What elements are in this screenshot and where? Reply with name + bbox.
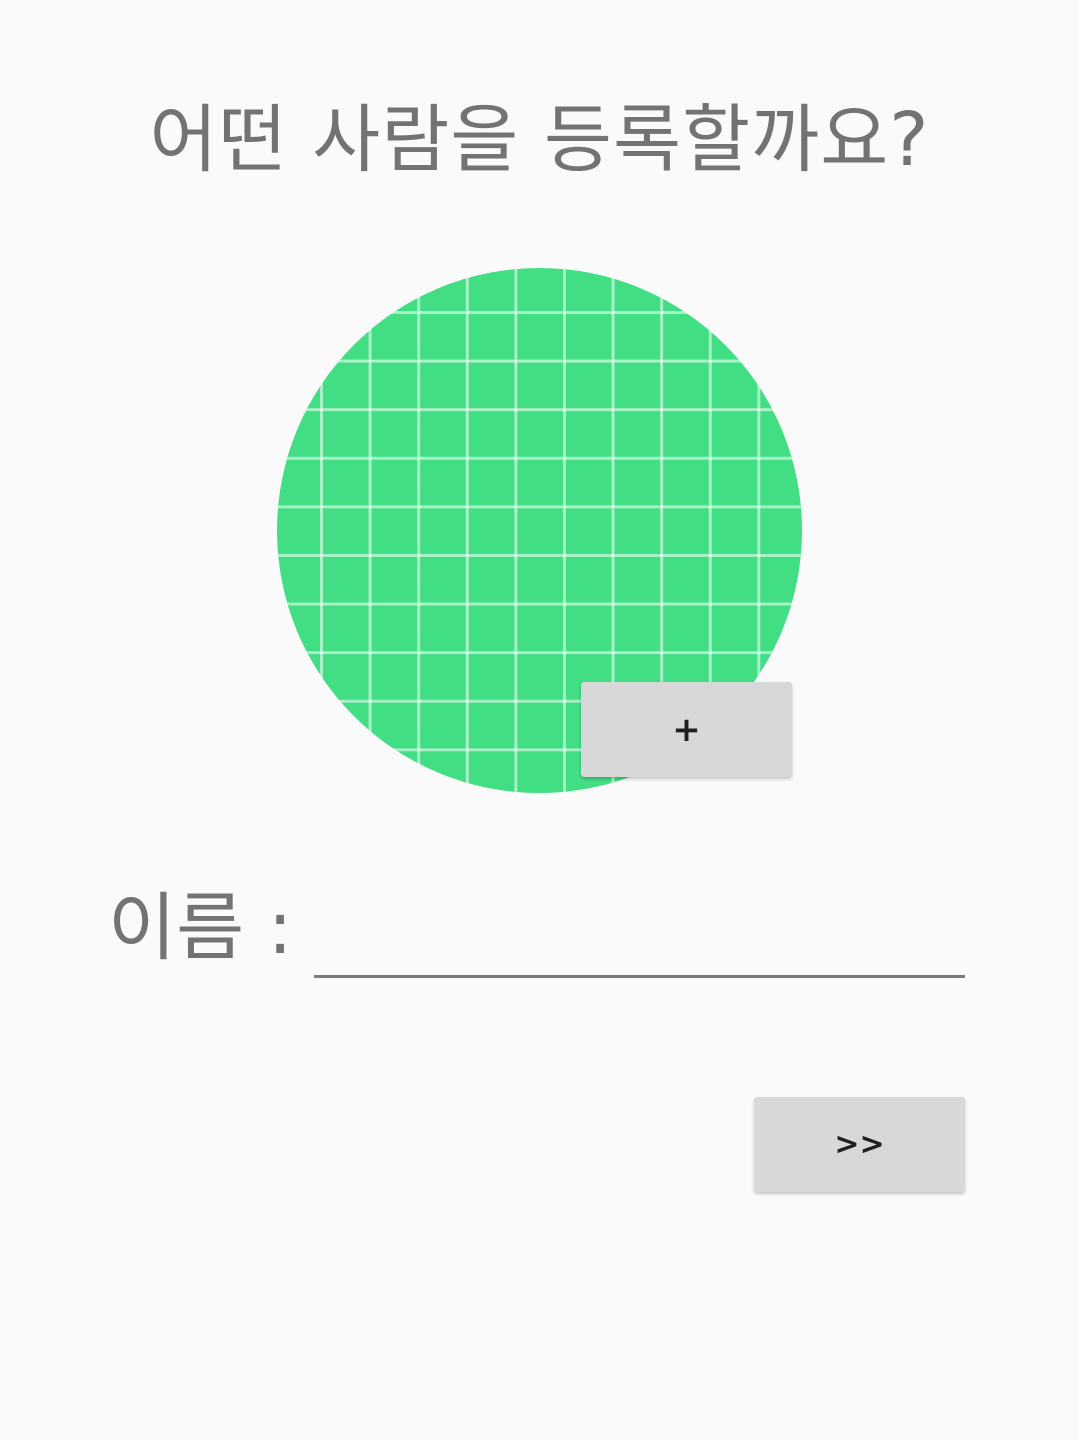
name-label: 이름 : bbox=[108, 885, 293, 971]
register-person-screen: 어떤 사람을 등록할까요? + 이름 : >> bbox=[0, 0, 1079, 1440]
name-input[interactable] bbox=[314, 900, 965, 978]
next-button[interactable]: >> bbox=[754, 1097, 965, 1192]
add-photo-button[interactable]: + bbox=[581, 682, 792, 777]
page-title: 어떤 사람을 등록할까요? bbox=[149, 97, 930, 183]
